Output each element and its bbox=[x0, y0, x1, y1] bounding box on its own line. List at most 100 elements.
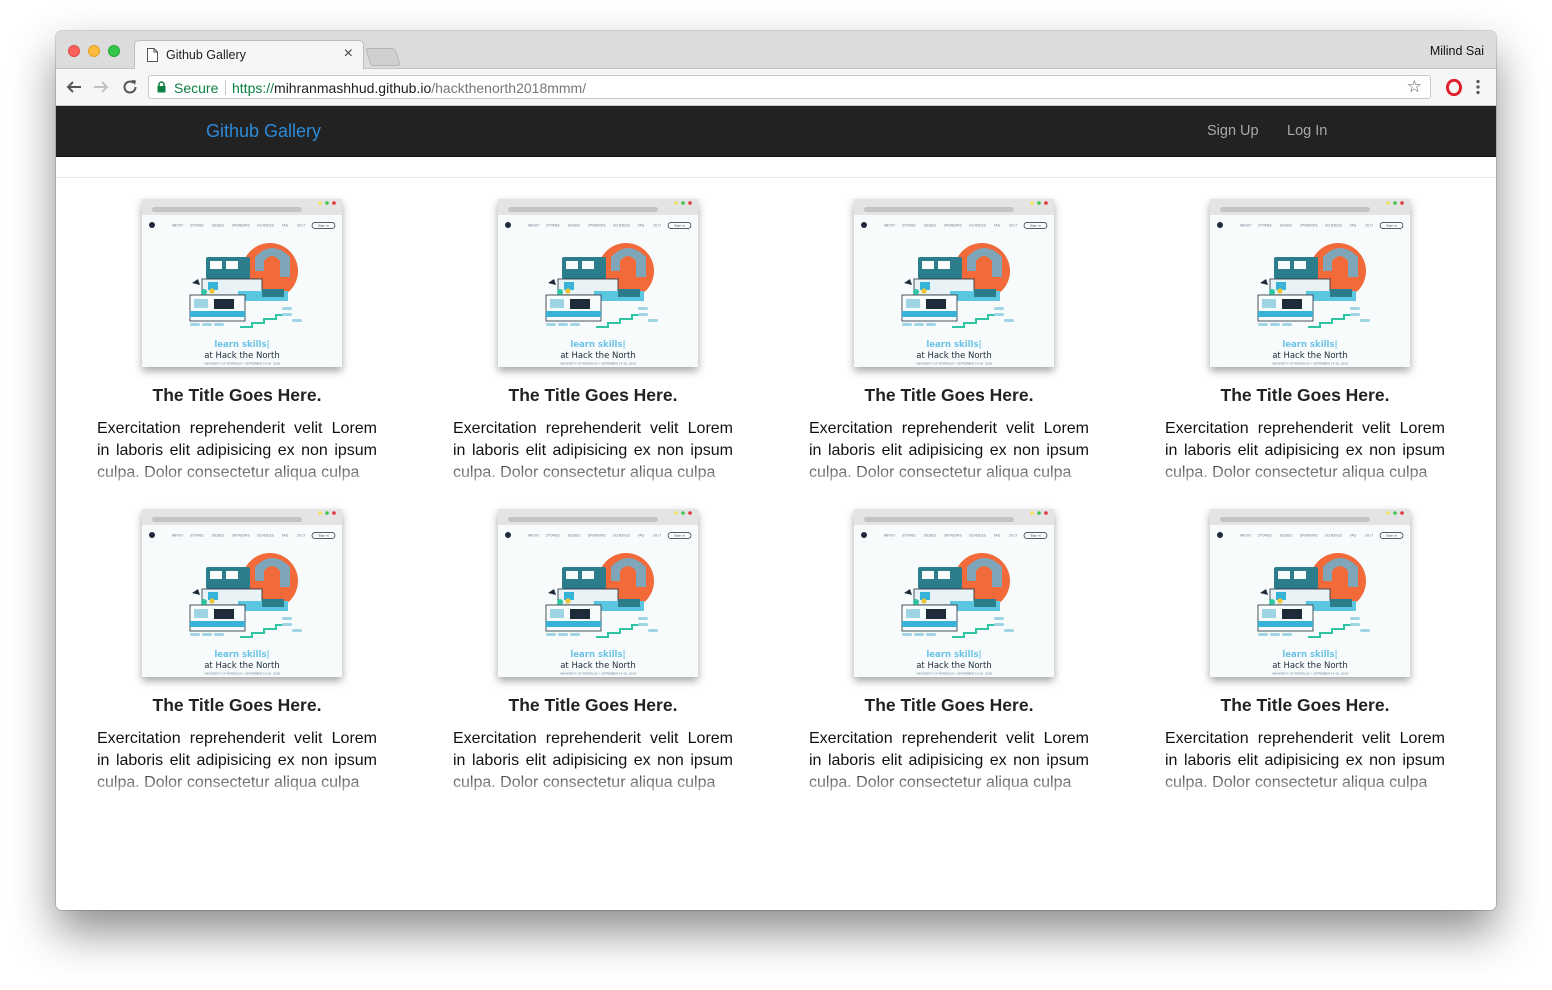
thumb-subhead: at Hack the North bbox=[560, 351, 636, 361]
project-thumbnail[interactable]: ABOUT STORIES JUDGES SPONSORS SCHEDULE F… bbox=[142, 509, 342, 677]
thumb-footer: UNIVERSITY OF WATERLOO • SEPTEMBER 14-16… bbox=[204, 362, 280, 366]
reload-icon[interactable] bbox=[121, 78, 139, 96]
maximize-window-button[interactable] bbox=[108, 45, 120, 57]
thumb-nav-item: 2017 bbox=[1009, 224, 1017, 228]
card-title: The Title Goes Here. bbox=[508, 695, 678, 715]
url-text[interactable]: https://mihranmashhud.github.io/hackthen… bbox=[232, 80, 586, 96]
thumb-nav-item: FAQ bbox=[994, 534, 1001, 538]
page-icon bbox=[147, 48, 158, 62]
thumb-nav-item: ABOUT bbox=[884, 534, 895, 538]
thumb-subhead: at Hack the North bbox=[560, 661, 636, 671]
browser-toolbar: Secure https://mihranmashhud.github.io/h… bbox=[56, 69, 1496, 106]
thumb-nav-item: ABOUT bbox=[172, 534, 183, 538]
thumb-nav-item: ABOUT bbox=[172, 224, 183, 228]
back-arrow-icon[interactable] bbox=[65, 78, 83, 96]
thumb-footer: UNIVERSITY OF WATERLOO • SEPTEMBER 14-16… bbox=[916, 362, 992, 366]
card-description: Exercitation reprehenderit velit Lorem i… bbox=[809, 420, 1089, 481]
log-in-link[interactable]: Log In bbox=[1287, 123, 1327, 139]
thumb-nav-item: ABOUT bbox=[528, 224, 539, 228]
browser-tab[interactable]: Github Gallery × bbox=[134, 40, 364, 70]
opera-extension-icon[interactable] bbox=[1446, 79, 1462, 96]
thumb-nav-item: ABOUT bbox=[528, 534, 539, 538]
project-thumbnail[interactable]: ABOUT STORIES JUDGES SPONSORS SCHEDULE F… bbox=[1210, 199, 1410, 367]
thumb-nav-item: 2017 bbox=[1365, 224, 1373, 228]
thumbnail-nav: ABOUT STORIES JUDGES SPONSORS SCHEDULE F… bbox=[1240, 224, 1373, 228]
card-title: The Title Goes Here. bbox=[864, 695, 1034, 715]
thumb-sign-in: Sign in bbox=[318, 224, 328, 228]
thumb-nav-item: SPONSORS bbox=[588, 224, 606, 228]
thumb-nav-item: SPONSORS bbox=[1300, 224, 1318, 228]
thumb-nav-item: SPONSORS bbox=[588, 534, 606, 538]
thumb-subhead: at Hack the North bbox=[1272, 661, 1348, 671]
project-thumbnail[interactable]: ABOUT STORIES JUDGES SPONSORS SCHEDULE F… bbox=[498, 509, 698, 677]
close-tab-icon[interactable]: × bbox=[344, 46, 353, 62]
thumbnail-nav: ABOUT STORIES JUDGES SPONSORS SCHEDULE F… bbox=[884, 224, 1017, 228]
thumb-footer: UNIVERSITY OF WATERLOO • SEPTEMBER 14-16… bbox=[560, 362, 636, 366]
address-bar[interactable]: Secure https://mihranmashhud.github.io/h… bbox=[148, 75, 1431, 99]
thumb-nav-item: SCHEDULE bbox=[969, 224, 986, 228]
new-tab-button[interactable] bbox=[365, 48, 401, 66]
tab-bar: Github Gallery × Milind Sai bbox=[56, 31, 1496, 70]
project-thumbnail[interactable]: ABOUT STORIES JUDGES SPONSORS SCHEDULE F… bbox=[854, 509, 1054, 677]
thumb-headline: learn skills| bbox=[570, 340, 625, 350]
thumb-subhead: at Hack the North bbox=[916, 661, 992, 671]
thumb-nav-item: FAQ bbox=[282, 534, 289, 538]
lock-icon bbox=[157, 81, 166, 93]
thumb-nav-item: 2017 bbox=[297, 224, 305, 228]
project-thumbnail[interactable]: ABOUT STORIES JUDGES SPONSORS SCHEDULE F… bbox=[142, 199, 342, 367]
thumb-subhead: at Hack the North bbox=[204, 661, 280, 671]
thumb-nav-item: STORIES bbox=[1258, 224, 1272, 228]
more-menu-icon[interactable] bbox=[1474, 78, 1482, 96]
card-description: Exercitation reprehenderit velit Lorem i… bbox=[453, 730, 733, 791]
page-viewport: Github Gallery Sign Up Log In ABOUT STOR… bbox=[56, 106, 1496, 910]
thumb-headline: learn skills| bbox=[214, 650, 269, 660]
thumb-headline: learn skills| bbox=[214, 340, 269, 350]
thumb-nav-item: 2017 bbox=[653, 534, 661, 538]
thumbnail-nav: ABOUT STORIES JUDGES SPONSORS SCHEDULE F… bbox=[172, 224, 305, 228]
sign-up-link[interactable]: Sign Up bbox=[1207, 123, 1259, 139]
thumb-nav-item: JUDGES bbox=[567, 224, 580, 228]
profile-name[interactable]: Milind Sai bbox=[1430, 44, 1484, 58]
card-title: The Title Goes Here. bbox=[1220, 385, 1390, 405]
thumb-sign-in: Sign in bbox=[674, 224, 684, 228]
card-title: The Title Goes Here. bbox=[508, 385, 678, 405]
thumb-subhead: at Hack the North bbox=[1272, 351, 1348, 361]
thumb-subhead: at Hack the North bbox=[204, 351, 280, 361]
close-window-button[interactable] bbox=[68, 45, 80, 57]
thumb-sign-in: Sign in bbox=[1030, 534, 1040, 538]
thumb-nav-item: SPONSORS bbox=[944, 224, 962, 228]
project-thumbnail[interactable]: ABOUT STORIES JUDGES SPONSORS SCHEDULE F… bbox=[498, 199, 698, 367]
thumb-footer: UNIVERSITY OF WATERLOO • SEPTEMBER 14-16… bbox=[916, 672, 992, 676]
minimize-window-button[interactable] bbox=[88, 45, 100, 57]
card-title: The Title Goes Here. bbox=[152, 385, 322, 405]
thumb-nav-item: 2017 bbox=[1365, 534, 1373, 538]
site-brand[interactable]: Github Gallery bbox=[206, 121, 321, 142]
thumb-nav-item: JUDGES bbox=[211, 224, 224, 228]
thumb-nav-item: ABOUT bbox=[1240, 534, 1251, 538]
thumb-nav-item: STORIES bbox=[902, 534, 916, 538]
project-thumbnail[interactable]: ABOUT STORIES JUDGES SPONSORS SCHEDULE F… bbox=[1210, 509, 1410, 677]
forward-arrow-icon[interactable] bbox=[92, 78, 110, 96]
thumb-subhead: at Hack the North bbox=[916, 351, 992, 361]
thumb-nav-item: SCHEDULE bbox=[257, 534, 274, 538]
thumb-headline: learn skills| bbox=[926, 340, 981, 350]
thumbnail-nav: ABOUT STORIES JUDGES SPONSORS SCHEDULE F… bbox=[884, 534, 1017, 538]
thumb-nav-item: JUDGES bbox=[211, 534, 224, 538]
thumb-nav-item: SCHEDULE bbox=[257, 224, 274, 228]
thumb-sign-in: Sign in bbox=[318, 534, 328, 538]
tab-title: Github Gallery bbox=[166, 48, 246, 62]
card-description: Exercitation reprehenderit velit Lorem i… bbox=[97, 730, 377, 791]
thumb-nav-item: SCHEDULE bbox=[1325, 534, 1342, 538]
thumb-headline: learn skills| bbox=[1282, 650, 1337, 660]
thumb-nav-item: JUDGES bbox=[923, 224, 936, 228]
site-navbar: Github Gallery Sign Up Log In bbox=[56, 106, 1496, 157]
thumb-nav-item: FAQ bbox=[994, 224, 1001, 228]
thumb-nav-item: FAQ bbox=[1350, 224, 1357, 228]
thumb-footer: UNIVERSITY OF WATERLOO • SEPTEMBER 14-16… bbox=[1272, 362, 1348, 366]
project-thumbnail[interactable]: ABOUT STORIES JUDGES SPONSORS SCHEDULE F… bbox=[854, 199, 1054, 367]
thumb-nav-item: ABOUT bbox=[1240, 224, 1251, 228]
card-description: Exercitation reprehenderit velit Lorem i… bbox=[1165, 730, 1445, 791]
thumb-nav-item: SCHEDULE bbox=[613, 534, 630, 538]
bookmark-star-icon[interactable]: ☆ bbox=[1407, 77, 1422, 97]
thumb-headline: learn skills| bbox=[1282, 340, 1337, 350]
